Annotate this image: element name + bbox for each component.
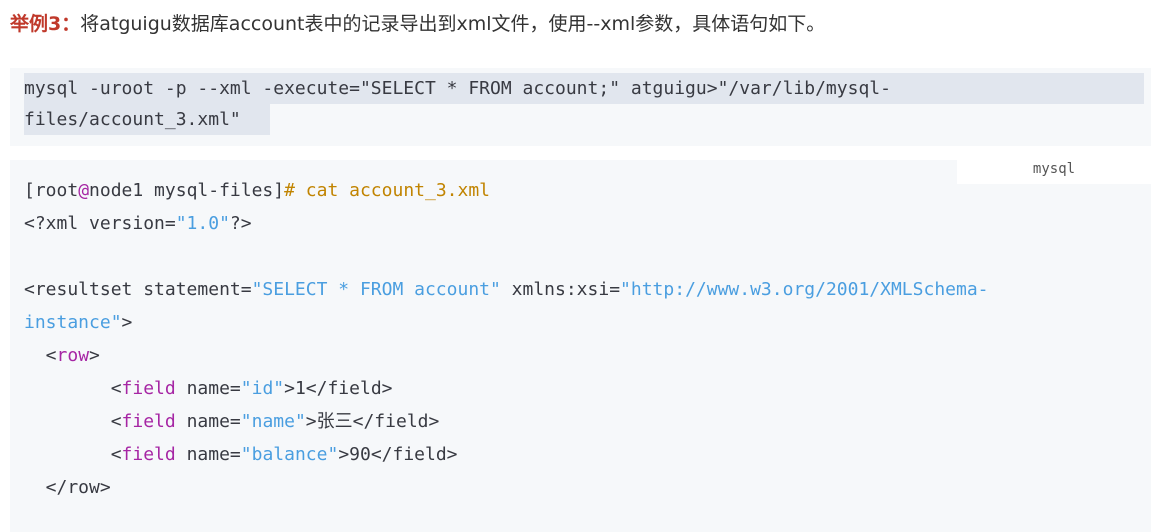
- xmlns-attr: xmlns:xsi=: [500, 279, 621, 300]
- row-tag: row: [56, 345, 90, 366]
- row-close-bracket: >: [89, 345, 100, 366]
- command-line-2[interactable]: files/account_3.xml": [24, 104, 241, 135]
- xml-decl-end: ?>: [229, 213, 252, 234]
- prompt-symbol: #: [284, 180, 295, 201]
- field-tag: field: [121, 411, 176, 432]
- field-line[interactable]: <field name="name">张三</field>: [24, 405, 440, 438]
- field-attr-value: "balance": [240, 444, 339, 465]
- field-attr-value: "id": [240, 378, 285, 399]
- row-close-line[interactable]: </row>: [24, 471, 111, 504]
- command-code-block: mysql -uroot -p --xml -execute="SELECT *…: [10, 68, 1151, 146]
- resultset-close-bracket: >: [121, 312, 133, 333]
- xmlns-url-end: instance": [24, 312, 122, 333]
- example-label: 举例3：: [10, 13, 81, 35]
- field-line[interactable]: <field name="balance">90</field>: [24, 438, 458, 471]
- field-tag: field: [121, 444, 176, 465]
- example-heading: 举例3：将atguigu数据库account表中的记录导出到xml文件，使用--…: [10, 10, 825, 38]
- field-open: <: [24, 378, 122, 399]
- xml-declaration-line[interactable]: <?xml version="1.0"?>: [24, 207, 252, 240]
- resultset-line-1[interactable]: <resultset statement="SELECT * FROM acco…: [24, 273, 989, 306]
- field-body: >1</field>: [284, 378, 393, 399]
- shell-prompt-line[interactable]: [root@node1 mysql-files]# cat account_3.…: [24, 174, 490, 207]
- field-attr: name=: [175, 378, 241, 399]
- output-code-block: mysql [root@node1 mysql-files]# cat acco…: [10, 154, 1151, 532]
- field-attr: name=: [175, 444, 241, 465]
- field-open: <: [24, 411, 122, 432]
- prompt-command: cat account_3.xml: [294, 180, 491, 201]
- xml-version-value: "1.0": [175, 213, 230, 234]
- command-line-1[interactable]: mysql -uroot -p --xml -execute="SELECT *…: [24, 73, 891, 104]
- row-open-bracket: <: [24, 345, 57, 366]
- field-line[interactable]: <field name="id">1</field>: [24, 372, 393, 405]
- example-description: 将atguigu数据库account表中的记录导出到xml文件，使用--xml参…: [80, 13, 826, 35]
- field-tag: field: [121, 378, 176, 399]
- field-attr-value: "name": [240, 411, 306, 432]
- row-open-line[interactable]: <row>: [24, 339, 100, 372]
- prompt-user: [root: [24, 180, 79, 201]
- xmlns-url: "http://www.w3.org/2001/XMLSchema-: [620, 279, 989, 300]
- field-attr: name=: [175, 411, 241, 432]
- field-open: <: [24, 444, 122, 465]
- xml-decl-text: <?xml version=: [24, 213, 176, 234]
- prompt-at: @: [78, 180, 90, 201]
- prompt-host: node1 mysql-files]: [89, 180, 285, 201]
- statement-value: "SELECT * FROM account": [251, 279, 501, 300]
- language-label: mysql: [957, 154, 1151, 184]
- field-body: >张三</field>: [305, 411, 440, 432]
- resultset-line-2[interactable]: instance">: [24, 306, 132, 339]
- resultset-tag: <resultset statement=: [24, 279, 252, 300]
- field-body: >90</field>: [338, 444, 458, 465]
